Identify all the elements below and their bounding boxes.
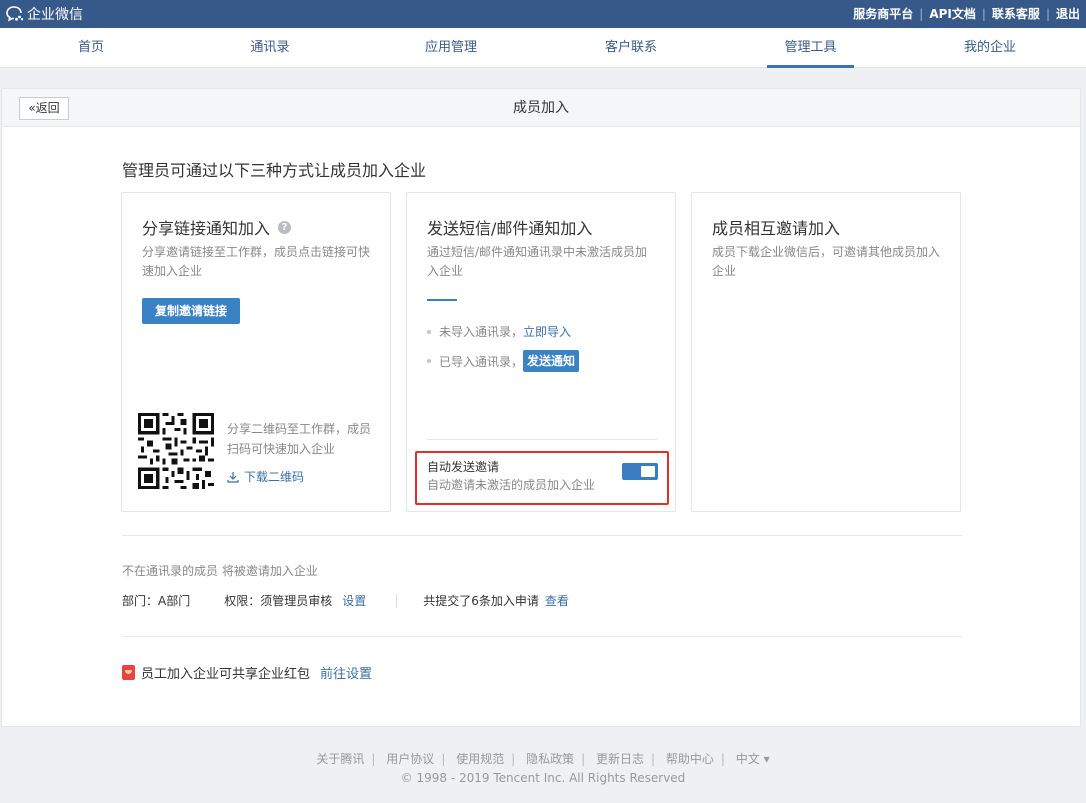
- auto-invite-toggle[interactable]: [622, 463, 658, 480]
- imported-row: 已导入通讯录， 发送通知: [427, 350, 580, 372]
- footer-user-agreement-link[interactable]: 用户协议: [386, 752, 434, 766]
- separator: |: [919, 6, 924, 21]
- applications-text: 共提交了6条加入申请: [423, 594, 539, 608]
- double-chevron-left-icon: «: [28, 101, 36, 115]
- nav-contacts[interactable]: 通讯录: [238, 28, 302, 68]
- share-card-title-text: 分享链接通知加入: [142, 219, 271, 238]
- auto-invite-box: 自动发送邀请 自动邀请未激活的成员加入企业: [415, 451, 669, 505]
- main-nav: 首页 通讯录 应用管理 客户联系 管理工具 我的企业: [0, 28, 1086, 68]
- separator: |: [581, 752, 586, 766]
- footer-usage-rules-link[interactable]: 使用规范: [456, 752, 504, 766]
- separator: |: [981, 6, 986, 21]
- provider-platform-link[interactable]: 服务商平台: [853, 5, 913, 22]
- red-packet-icon: [122, 665, 135, 680]
- back-label: 返回: [35, 101, 60, 115]
- nav-admin-tools[interactable]: 管理工具: [767, 28, 854, 68]
- not-imported-text: 未导入通讯录，: [439, 325, 524, 339]
- imported-text: 已导入通讯录，: [439, 354, 524, 369]
- share-card-title: 分享链接通知加入 ?: [142, 215, 292, 239]
- section-divider: [122, 636, 962, 637]
- separator: |: [371, 752, 376, 766]
- invite-settings-row: 部门：A部门 权限：须管理员审核 设置 共提交了6条加入申请 查看: [122, 592, 569, 609]
- auto-invite-title: 自动发送邀请: [427, 460, 500, 474]
- back-button[interactable]: «返回: [19, 97, 69, 120]
- download-icon: [227, 471, 239, 483]
- footer-changelog-link[interactable]: 更新日志: [596, 752, 644, 766]
- mutual-invite-card: 成员相互邀请加入 成员下载企业微信后，可邀请其他成员加入企业: [691, 192, 961, 512]
- mutual-card-desc: 成员下载企业微信后，可邀请其他成员加入企业: [712, 245, 941, 278]
- logo[interactable]: 企业微信: [6, 4, 83, 24]
- download-qr-link[interactable]: 下载二维码: [227, 468, 304, 485]
- mutual-card-title: 成员相互邀请加入: [712, 219, 841, 238]
- sms-email-card: 发送短信/邮件通知加入 通过短信/邮件通知通讯录中未激活成员加入企业 未导入通讯…: [406, 192, 676, 512]
- language-select[interactable]: 中文 ▾: [736, 752, 770, 766]
- auto-invite-desc: 自动邀请未激活的成员加入企业: [427, 478, 596, 492]
- panel-header: 成员加入 «返回: [2, 89, 1080, 127]
- nav-customer-contact[interactable]: 客户联系: [592, 28, 670, 68]
- logo-text: 企业微信: [27, 7, 83, 23]
- toggle-knob: [641, 466, 655, 477]
- qr-share-text: 分享二维码至工作群，成员扫码可快速加入企业: [227, 422, 372, 456]
- copyright-text: © 1998 - 2019 Tencent Inc. All Rights Re…: [400, 771, 686, 785]
- share-link-card: 分享链接通知加入 ? 分享邀请链接至工作群，成员点击链接可快速加入企业 复制邀请…: [121, 192, 391, 512]
- logout-link[interactable]: 退出: [1056, 5, 1080, 22]
- separator: |: [511, 752, 516, 766]
- footer-help-link[interactable]: 帮助中心: [666, 752, 714, 766]
- separator: |: [720, 752, 725, 766]
- footer-about-link[interactable]: 关于腾讯: [316, 752, 364, 766]
- intro-text: 管理员可通过以下三种方式让成员加入企业: [122, 161, 427, 180]
- department-text: 部门：A部门: [122, 594, 191, 608]
- separator: |: [441, 752, 446, 766]
- help-icon[interactable]: ?: [278, 220, 292, 234]
- redpacket-text: 员工加入企业可共享企业红包: [141, 667, 311, 682]
- top-bar: 企业微信 服务商平台 | API文档 | 联系客服 | 退出: [0, 0, 1086, 28]
- wework-logo-icon: [6, 6, 24, 22]
- vertical-separator: [396, 593, 398, 608]
- section-divider: [122, 535, 962, 536]
- separator: |: [1045, 6, 1050, 21]
- import-now-link[interactable]: 立即导入: [523, 323, 571, 340]
- view-applications-link[interactable]: 查看: [545, 592, 569, 609]
- settings-link[interactable]: 设置: [342, 592, 366, 609]
- share-card-desc: 分享邀请链接至工作群，成员点击链接可快速加入企业: [142, 245, 371, 278]
- copy-invite-link-button[interactable]: 复制邀请链接: [142, 298, 240, 324]
- card-divider: [427, 439, 657, 440]
- nav-my-enterprise[interactable]: 我的企业: [950, 28, 1030, 68]
- footer-links: 关于腾讯 | 用户协议 | 使用规范 | 隐私政策 | 更新日志 | 帮助中心 | 中文 ▾: [0, 750, 1086, 767]
- redpacket-row: 员工加入企业可共享企业红包 前往设置: [122, 663, 372, 682]
- send-notification-button[interactable]: 发送通知: [523, 350, 580, 372]
- top-links: 服务商平台 | API文档 | 联系客服 | 退出: [853, 5, 1080, 22]
- page-title: 成员加入: [513, 100, 569, 116]
- sms-card-desc: 通过短信/邮件通知通讯录中未激活成员加入企业: [427, 245, 648, 278]
- not-in-contacts-text: 不在通讯录的成员 将被邀请加入企业: [122, 564, 318, 578]
- qr-code: [138, 413, 214, 489]
- separator: |: [650, 752, 656, 766]
- redpacket-settings-link[interactable]: 前往设置: [320, 663, 372, 682]
- footer-privacy-link[interactable]: 隐私政策: [526, 752, 574, 766]
- sms-card-title: 发送短信/邮件通知加入: [427, 219, 593, 238]
- nav-home[interactable]: 首页: [60, 28, 122, 68]
- contact-support-link[interactable]: 联系客服: [992, 5, 1040, 22]
- accent-divider: [427, 299, 457, 301]
- nav-app-management[interactable]: 应用管理: [412, 28, 490, 68]
- download-qr-label: 下载二维码: [244, 470, 305, 484]
- not-imported-row: 未导入通讯录， 立即导入: [427, 323, 571, 340]
- api-docs-link[interactable]: API文档: [929, 5, 976, 22]
- bullet-dot: [427, 329, 431, 334]
- bullet-dot: [427, 359, 431, 363]
- permission-text: 权限：须管理员审核: [224, 594, 333, 608]
- member-join-panel: 成员加入 «返回 管理员可通过以下三种方式让成员加入企业 分享链接通知加入 ? …: [1, 88, 1081, 727]
